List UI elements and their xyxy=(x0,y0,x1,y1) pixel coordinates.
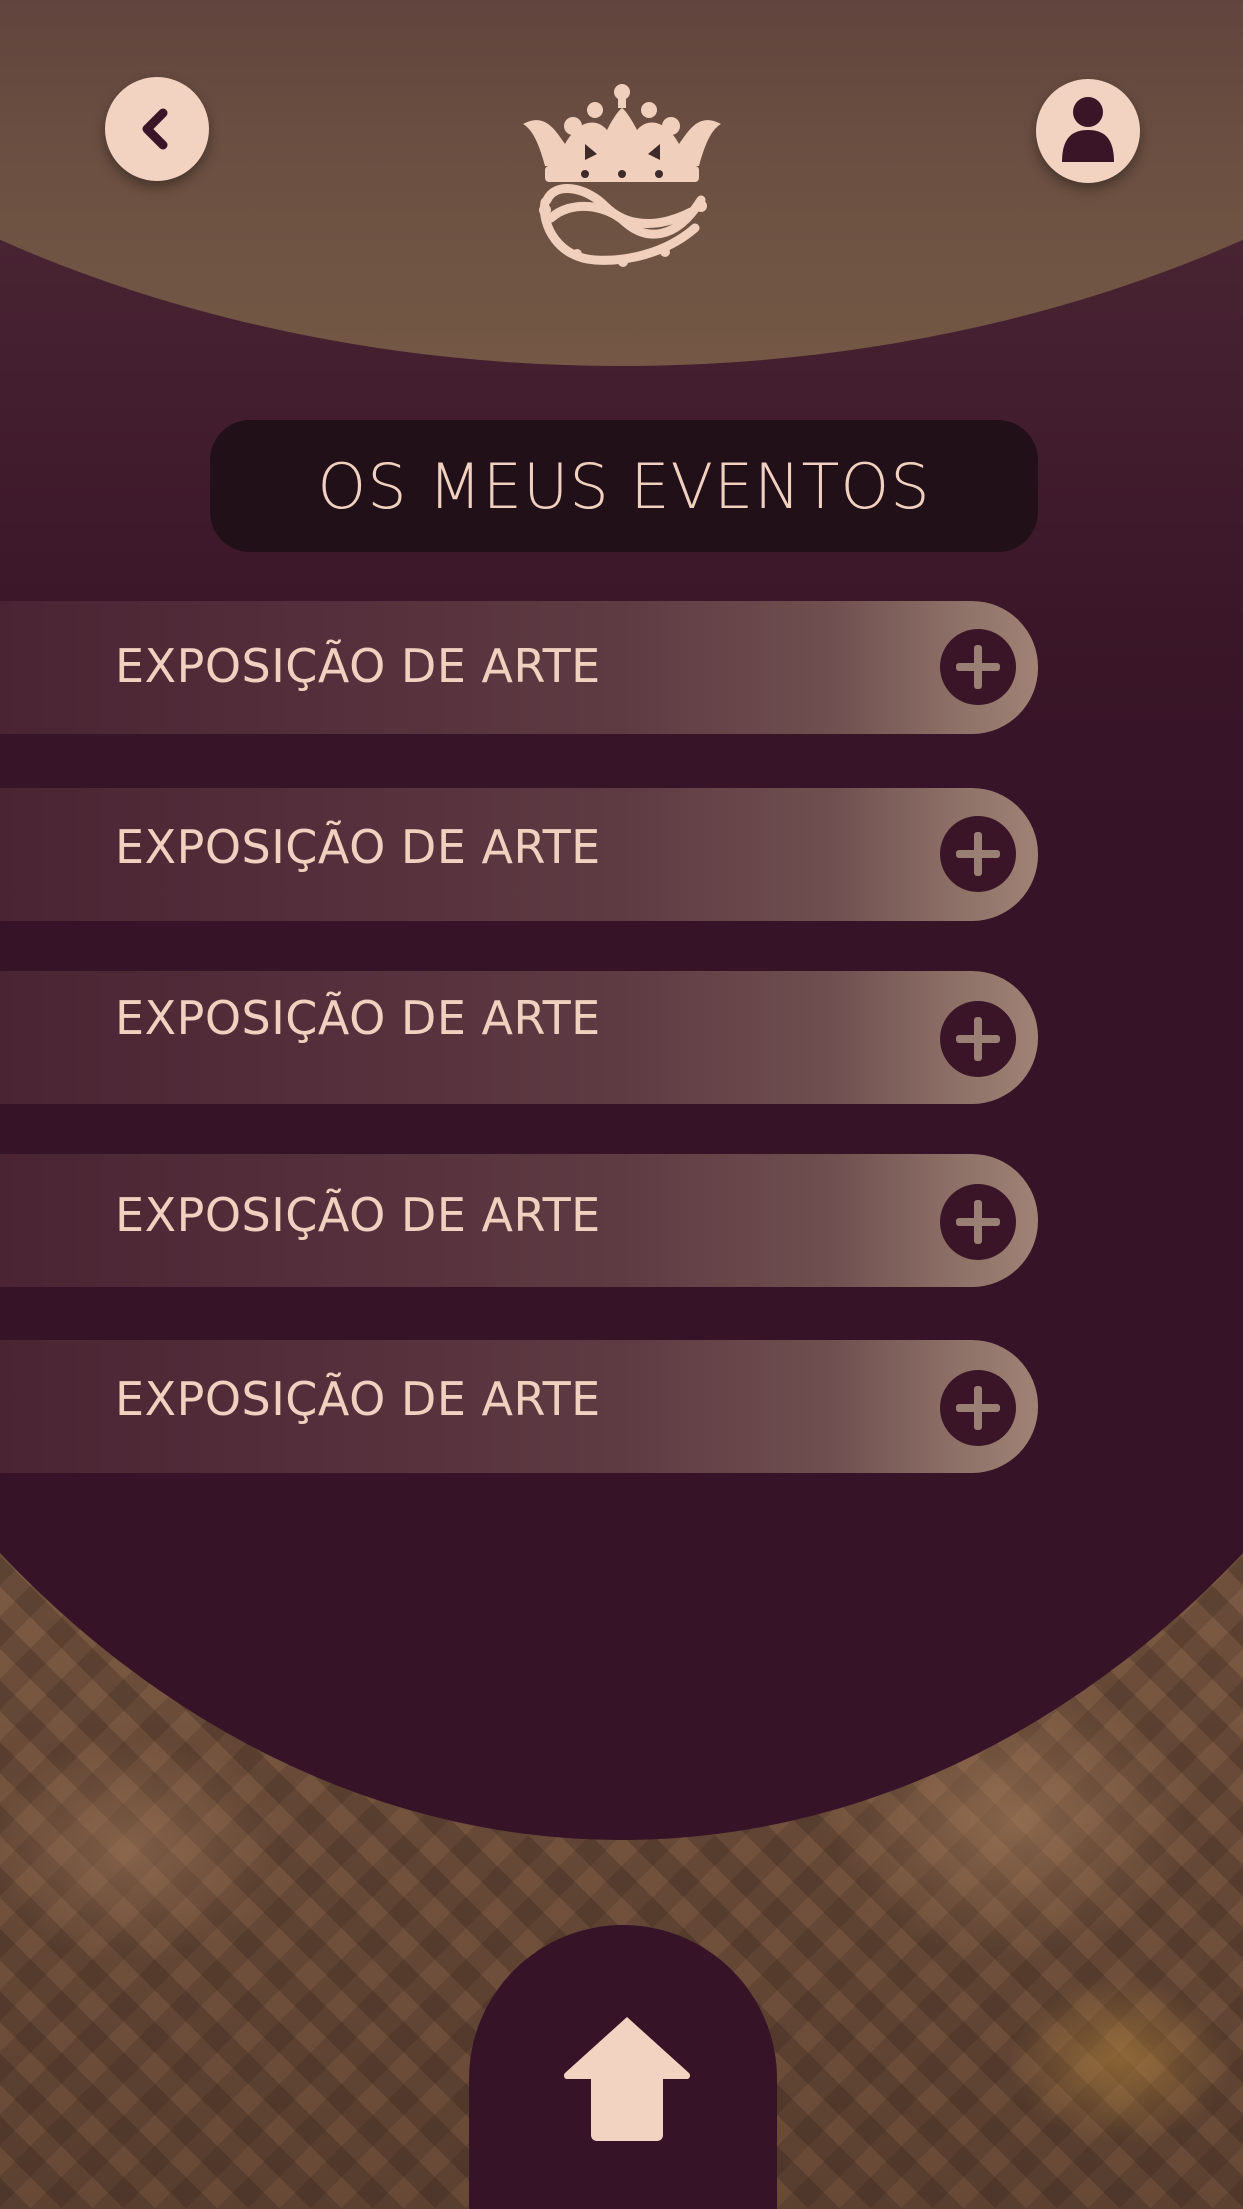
plus-circle-icon xyxy=(956,832,1000,876)
back-button[interactable] xyxy=(105,77,209,181)
add-event-button[interactable] xyxy=(940,816,1016,892)
plus-circle-icon xyxy=(956,1200,1000,1244)
add-event-button[interactable] xyxy=(940,629,1016,705)
page-title: OS MEUS EVENTOS xyxy=(317,449,931,523)
page-title-box: OS MEUS EVENTOS xyxy=(210,420,1038,552)
crown-of-thorns-icon xyxy=(523,84,721,267)
event-item[interactable]: EXPOSIÇÃO DE ARTE xyxy=(0,601,1038,734)
add-event-button[interactable] xyxy=(940,1370,1016,1446)
event-label: EXPOSIÇÃO DE ARTE xyxy=(115,639,601,693)
event-label: EXPOSIÇÃO DE ARTE xyxy=(115,1188,601,1242)
user-icon xyxy=(1062,97,1114,162)
plus-circle-icon xyxy=(956,645,1000,689)
event-label: EXPOSIÇÃO DE ARTE xyxy=(115,1372,601,1426)
event-item[interactable]: EXPOSIÇÃO DE ARTE xyxy=(0,788,1038,921)
event-item[interactable]: EXPOSIÇÃO DE ARTE xyxy=(0,971,1038,1104)
home-arrow-icon xyxy=(563,2017,691,2141)
event-label: EXPOSIÇÃO DE ARTE xyxy=(115,820,601,874)
add-event-button[interactable] xyxy=(940,1001,1016,1077)
add-event-button[interactable] xyxy=(940,1184,1016,1260)
chevron-left-icon xyxy=(142,108,168,150)
plus-circle-icon xyxy=(956,1017,1000,1061)
screen: OS MEUS EVENTOS EXPOSIÇÃO DE ARTE EXPOSI… xyxy=(0,0,1243,2209)
event-item[interactable]: EXPOSIÇÃO DE ARTE xyxy=(0,1154,1038,1287)
event-label: EXPOSIÇÃO DE ARTE xyxy=(115,991,601,1045)
event-item[interactable]: EXPOSIÇÃO DE ARTE xyxy=(0,1340,1038,1473)
profile-button[interactable] xyxy=(1036,79,1140,183)
plus-circle-icon xyxy=(956,1386,1000,1430)
